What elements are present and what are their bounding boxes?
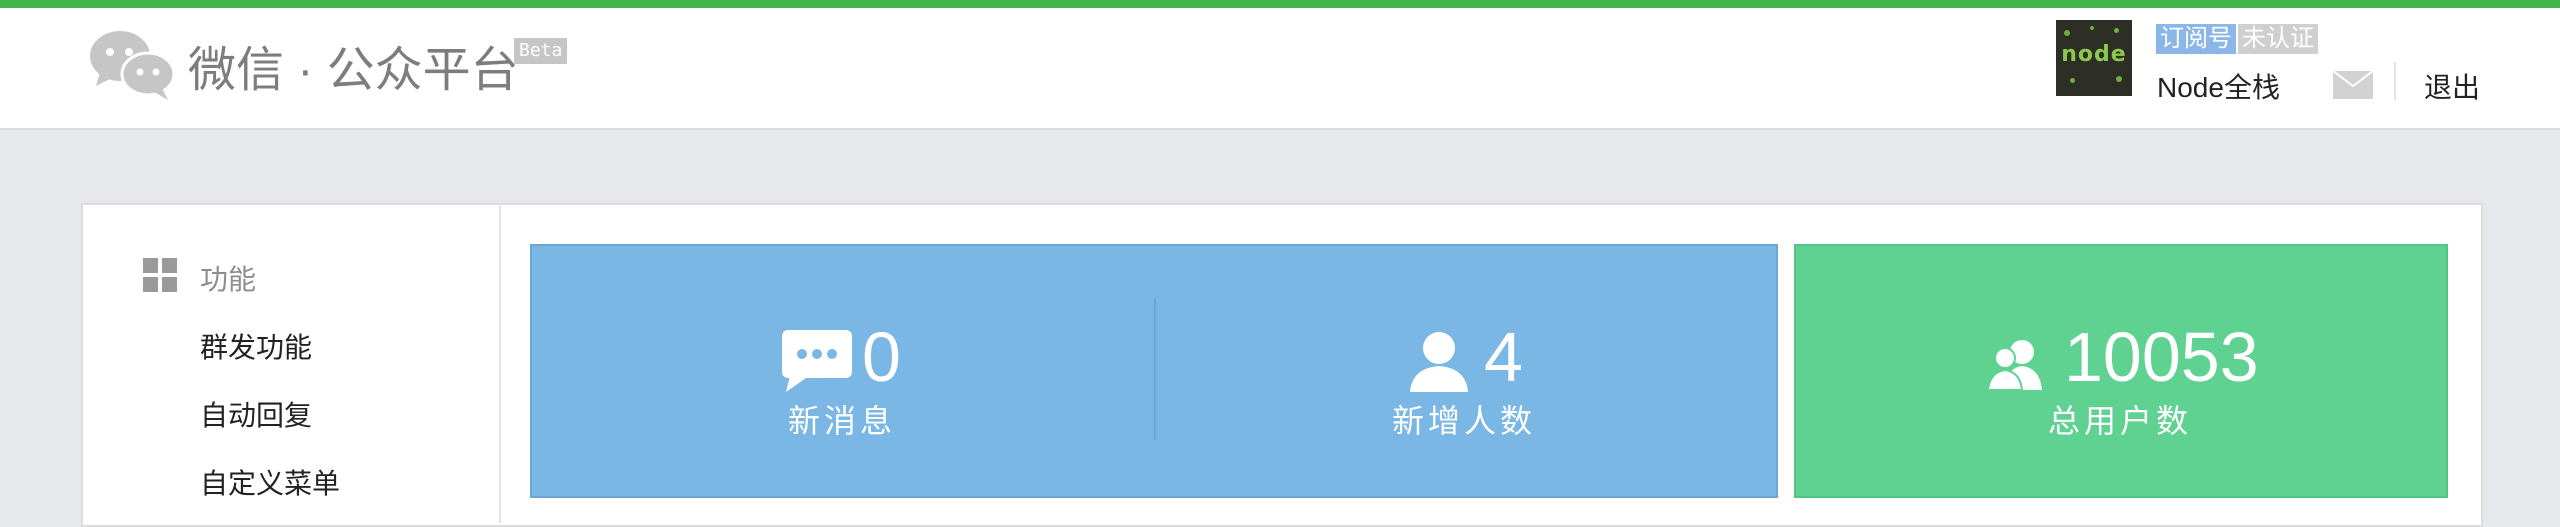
new-followers-count[interactable]: 4 <box>1484 322 1523 392</box>
user-icon[interactable] <box>1408 330 1470 392</box>
logout-link[interactable]: 退出 <box>2424 66 2480 106</box>
new-messages-label: 新消息 <box>788 403 897 439</box>
wechat-logo-icon[interactable] <box>86 24 178 104</box>
new-messages-count[interactable]: 0 <box>862 322 901 392</box>
message-icon[interactable] <box>782 330 852 392</box>
verification-badge: 未认证 <box>2238 24 2318 54</box>
total-users-label: 总用户数 <box>2048 403 2193 439</box>
stats-divider <box>1154 298 1156 440</box>
sidebar-item-custom-menu[interactable]: 自定义菜单 <box>200 462 340 502</box>
users-icon[interactable] <box>1988 338 2044 390</box>
new-followers-label: 新增人数 <box>1392 403 1537 439</box>
grid-icon <box>143 258 177 292</box>
header-divider <box>2394 62 2396 100</box>
sidebar-item-auto-reply[interactable]: 自动回复 <box>200 394 312 434</box>
sidebar-item-broadcast[interactable]: 群发功能 <box>200 326 312 366</box>
top-accent-bar <box>0 0 2560 8</box>
avatar[interactable]: node <box>2056 20 2132 96</box>
beta-badge: Beta <box>514 38 568 64</box>
avatar-logo-text: node <box>2061 42 2127 67</box>
mail-icon[interactable] <box>2333 71 2373 99</box>
brand-title[interactable]: 微信 · 公众平台 <box>188 30 519 100</box>
total-users-count[interactable]: 10053 <box>2064 322 2259 392</box>
sidebar-section-title: 功能 <box>200 264 257 295</box>
account-type-badge: 订阅号 <box>2156 24 2236 54</box>
account-name[interactable]: Node全栈 <box>2157 66 2280 106</box>
